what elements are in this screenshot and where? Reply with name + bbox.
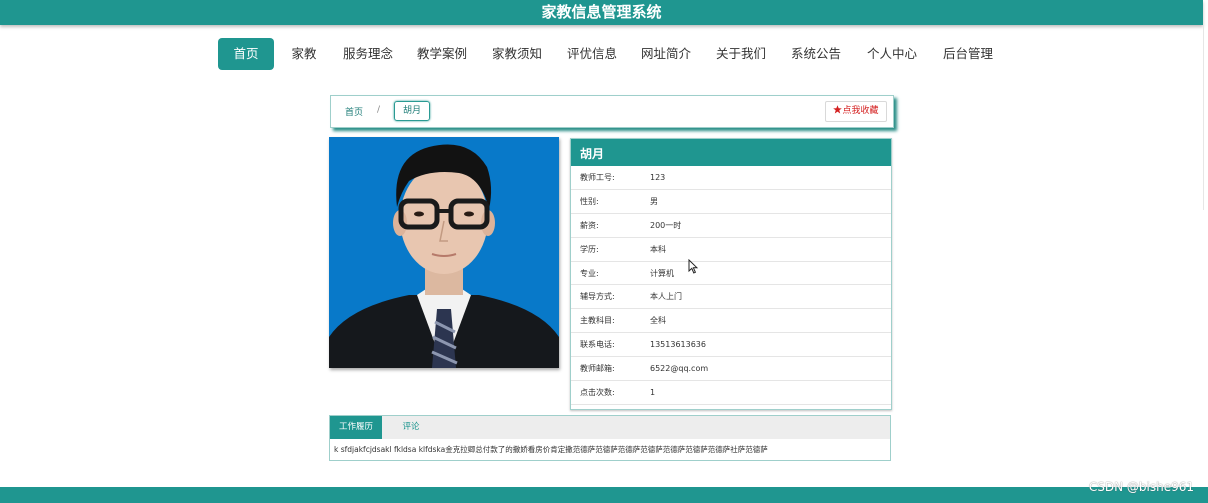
field-label: 联系电话: xyxy=(580,340,615,350)
nav-item-awards[interactable]: 评优信息 xyxy=(562,38,622,70)
info-row-tutoring-mode: 辅导方式: 本人上门 xyxy=(571,285,891,310)
teacher-photo xyxy=(329,137,559,368)
field-value: 计算机 xyxy=(650,268,674,278)
field-value: 1 xyxy=(650,388,656,398)
field-label: 点击次数: xyxy=(580,388,615,398)
field-label: 教师邮箱: xyxy=(580,364,615,374)
favorite-label: 点我收藏 xyxy=(842,106,879,116)
nav-item-tutor-notice[interactable]: 家教须知 xyxy=(486,38,548,70)
field-value: 13513613636 xyxy=(650,340,706,350)
nav-item-admin[interactable]: 后台管理 xyxy=(938,38,998,70)
field-label: 辅导方式: xyxy=(580,292,615,302)
field-label: 专业: xyxy=(580,268,599,278)
field-value: 全科 xyxy=(650,316,666,326)
breadcrumb: 首页 / 胡月 点我收藏 xyxy=(330,95,894,128)
nav-item-service-philosophy[interactable]: 服务理念 xyxy=(338,38,398,70)
breadcrumb-current: 胡月 xyxy=(394,101,430,121)
info-row-teacher-id: 教师工号: 123 xyxy=(571,166,891,190)
nav-item-site-intro[interactable]: 网址简介 xyxy=(636,38,696,70)
mouse-cursor-icon xyxy=(688,258,699,278)
info-row-phone: 联系电话: 13513613636 xyxy=(571,333,891,358)
teacher-name-heading: 胡月 xyxy=(571,139,891,166)
nav-item-about-us[interactable]: 关于我们 xyxy=(710,38,772,70)
field-label: 教师工号: xyxy=(580,173,615,182)
field-label: 主教科目: xyxy=(580,316,615,326)
nav-item-profile[interactable]: 个人中心 xyxy=(861,38,923,70)
nav-item-announcements[interactable]: 系统公告 xyxy=(786,38,846,70)
field-value: 男 xyxy=(650,196,658,206)
tab-content-text: k sfdjakfcjdsakl fkldsa klfdska金克拉卿总付款了的… xyxy=(334,445,768,454)
field-value: 123 xyxy=(650,173,666,182)
info-row-education: 学历: 本科 xyxy=(571,238,891,262)
info-row-salary: 薪资: 200一时 xyxy=(571,214,891,238)
nav-item-teaching-cases[interactable]: 教学案例 xyxy=(412,38,472,70)
info-row-subject: 主教科目: 全科 xyxy=(571,309,891,334)
field-value: 200一时 xyxy=(650,220,682,230)
field-value: 6522@qq.com xyxy=(650,364,709,374)
site-title: 家教信息管理系统 xyxy=(541,3,662,21)
nav-item-home[interactable]: 首页 xyxy=(218,38,274,70)
nav-item-tutors[interactable]: 家教 xyxy=(284,38,324,70)
favorite-button[interactable]: 点我收藏 xyxy=(825,101,887,122)
detail-tabs: 工作履历 评论 k sfdjakfcjdsakl fkldsa klfdska金… xyxy=(329,415,891,461)
watermark: CSDN @bishe961 xyxy=(1088,480,1194,494)
field-label: 性别: xyxy=(580,196,599,206)
teacher-info-panel: 胡月 教师工号: 123 性别: 男 薪资: 200一时 学历: 本科 专业: … xyxy=(570,138,892,410)
field-label: 薪资: xyxy=(580,220,599,230)
tab-work-history[interactable]: 工作履历 xyxy=(330,416,382,439)
page-edge-divider xyxy=(1203,25,1204,210)
info-row-major: 专业: 计算机 xyxy=(571,262,891,286)
breadcrumb-separator: / xyxy=(377,105,381,115)
header-bar: 家教信息管理系统 xyxy=(0,0,1203,25)
field-value: 本人上门 xyxy=(650,292,682,302)
field-value: 本科 xyxy=(650,244,666,254)
breadcrumb-home-link[interactable]: 首页 xyxy=(345,105,363,118)
tab-bar: 工作履历 评论 xyxy=(330,416,890,439)
footer-bar xyxy=(0,487,1208,503)
tab-comments[interactable]: 评论 xyxy=(387,416,435,439)
info-row-gender: 性别: 男 xyxy=(571,190,891,214)
field-label: 学历: xyxy=(580,244,599,254)
info-row-click-count: 点击次数: 1 xyxy=(571,381,891,405)
info-row-email: 教师邮箱: 6522@qq.com xyxy=(571,357,891,382)
